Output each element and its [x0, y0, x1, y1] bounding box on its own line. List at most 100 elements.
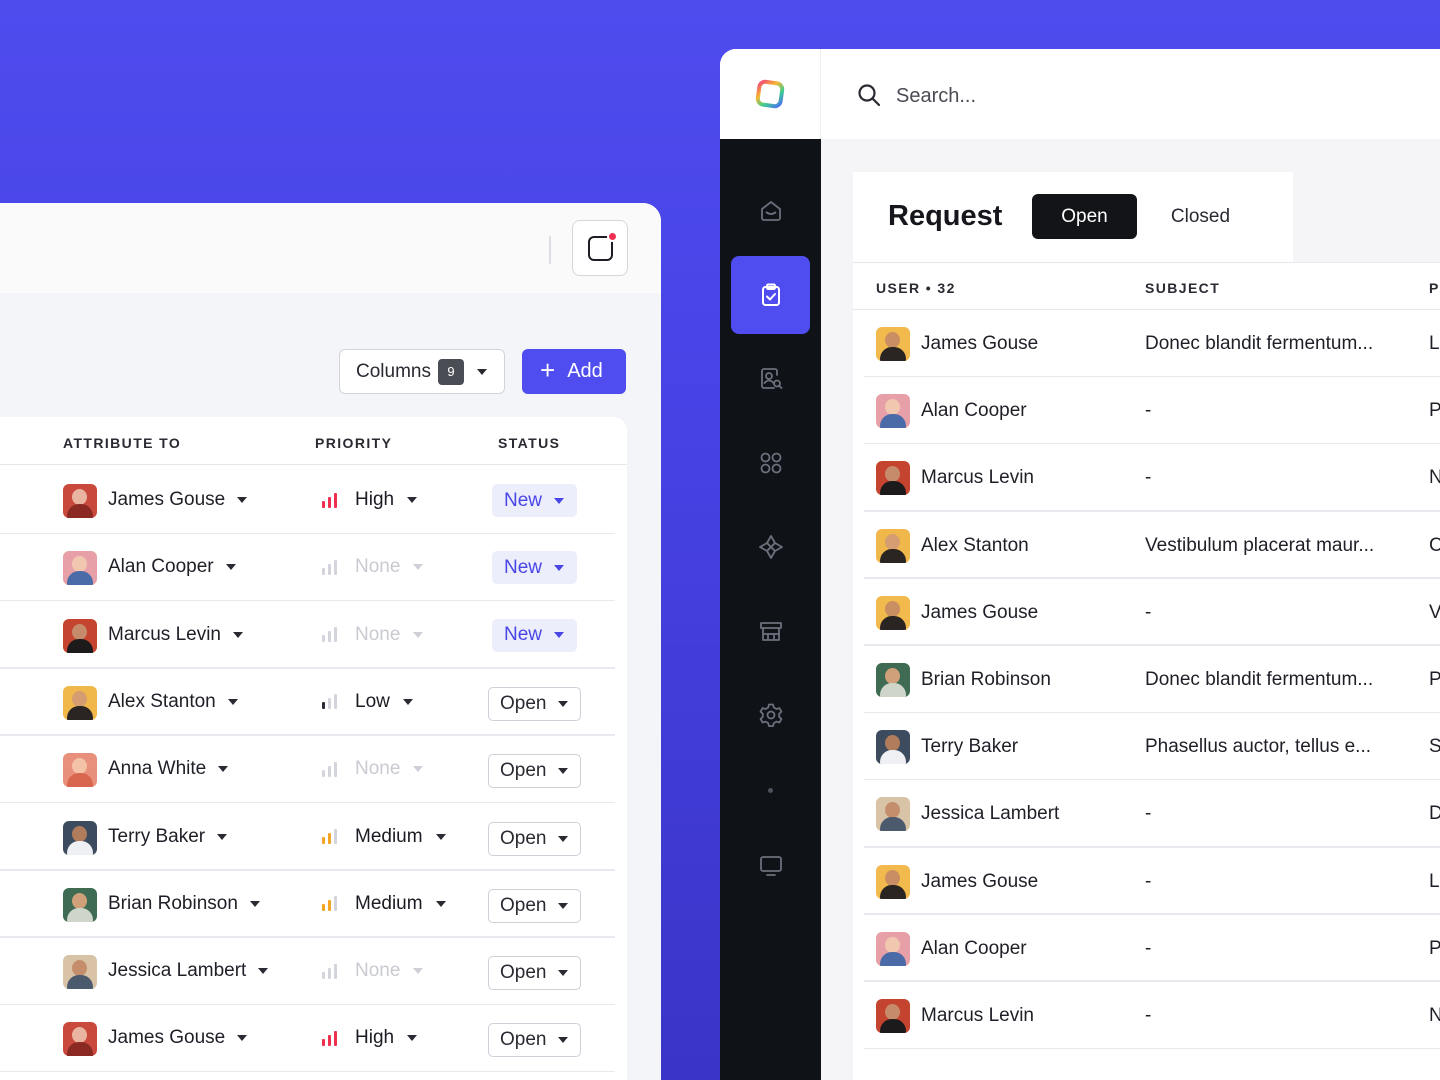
monitor-icon: [759, 856, 782, 876]
priority-label: None: [355, 623, 401, 645]
sidebar-item-settings[interactable]: [731, 676, 810, 754]
p-cell-text: N: [1429, 467, 1440, 489]
priority-dropdown[interactable]: Medium: [322, 826, 446, 848]
table-row[interactable]: James Gouse - V: [853, 579, 1440, 646]
table-row[interactable]: James Gouse - L: [853, 848, 1440, 915]
avatar: [63, 753, 97, 788]
table-row[interactable]: Alan Cooper None New: [0, 534, 627, 602]
subject-text: -: [1145, 870, 1152, 892]
chevron-down-icon: [233, 631, 243, 638]
assignee-dropdown[interactable]: Marcus Levin: [108, 624, 243, 646]
status-dropdown[interactable]: Open: [488, 754, 581, 789]
table-row[interactable]: Marcus Levin None New: [0, 602, 627, 669]
table-row[interactable]: James Gouse High New: [0, 467, 627, 534]
table-row[interactable]: Jessica Lambert None Open: [0, 938, 627, 1006]
assignee-dropdown[interactable]: Alan Cooper: [108, 556, 236, 578]
column-header-status[interactable]: STATUS: [498, 435, 560, 451]
sidebar-item-store[interactable]: [731, 592, 810, 670]
table-row[interactable]: Brian Robinson Donec blandit fermentum..…: [853, 646, 1440, 714]
subject-text: Donec blandit fermentum...: [1145, 669, 1374, 690]
priority-dropdown[interactable]: Medium: [322, 893, 446, 915]
table-row[interactable]: Marcus Levin - N: [853, 444, 1440, 512]
sidebar-item-integrations[interactable]: [731, 508, 810, 586]
assignee-dropdown[interactable]: James Gouse: [108, 489, 248, 511]
assignee-name: Anna White: [108, 758, 207, 780]
priority-dropdown[interactable]: None: [322, 623, 424, 646]
notifications-button[interactable]: [572, 220, 628, 276]
sidebar-item-display[interactable]: [731, 827, 810, 905]
avatar: [876, 461, 910, 496]
avatar: [876, 595, 910, 630]
user-name: James Gouse: [921, 601, 1039, 623]
status-dropdown[interactable]: New: [492, 484, 577, 517]
status-label: New: [504, 624, 543, 646]
assignee-name: Jessica Lambert: [108, 960, 247, 982]
chevron-down-icon: [237, 1035, 248, 1042]
status-label: Open: [500, 692, 547, 714]
priority-dropdown[interactable]: None: [322, 758, 424, 780]
table-row[interactable]: Alan Cooper - P: [853, 377, 1440, 445]
status-dropdown[interactable]: Open: [488, 1023, 581, 1058]
priority-dropdown[interactable]: None: [322, 556, 424, 578]
column-header-user[interactable]: USER • 32: [876, 280, 956, 296]
sidebar-item-contacts[interactable]: [731, 340, 810, 418]
table-row[interactable]: Alex Stanton Low Open: [0, 669, 627, 736]
table-row[interactable]: Anna White None Open: [0, 736, 627, 804]
add-button[interactable]: + Add: [522, 349, 626, 394]
table-row[interactable]: Alex Stanton Vestibulum placerat maur...…: [853, 512, 1440, 579]
table-row[interactable]: James Gouse Donec blandit fermentum... L: [853, 310, 1440, 378]
tab-closed[interactable]: Closed: [1153, 194, 1248, 239]
priority-dropdown[interactable]: High: [322, 1027, 418, 1049]
priority-bars-icon: [322, 492, 342, 508]
assignee-dropdown[interactable]: Anna White: [108, 758, 229, 780]
sidebar-item-inbox[interactable]: [731, 172, 810, 250]
status-dropdown[interactable]: New: [492, 618, 577, 652]
sidebar-item-requests[interactable]: [731, 256, 810, 334]
priority-label: None: [355, 960, 401, 982]
table-header: USER • 32 SUBJECT P: [853, 262, 1440, 310]
table-row[interactable]: James Gouse High Open: [0, 1005, 627, 1073]
assignee-dropdown[interactable]: James Gouse: [108, 1027, 248, 1049]
column-header-subject[interactable]: SUBJECT: [1145, 280, 1220, 296]
p-cell-text: L: [1429, 870, 1440, 892]
priority-bars-icon: [322, 1030, 342, 1046]
chevron-down-icon: [402, 698, 413, 705]
request-app-window: Request Open Closed USER • 32 SUBJECT P …: [720, 49, 1440, 1080]
column-header-p[interactable]: P: [1429, 280, 1440, 296]
sidebar-separator-dot: [768, 788, 773, 793]
priority-bars-icon: [322, 896, 342, 912]
priority-bars-icon: [322, 829, 342, 844]
priority-label: None: [355, 556, 401, 578]
columns-button[interactable]: Columns 9: [339, 349, 505, 394]
avatar: [63, 820, 97, 855]
chevron-down-icon: [476, 368, 487, 375]
settings-icon: [759, 703, 782, 727]
status-dropdown[interactable]: Open: [488, 821, 581, 856]
table-row[interactable]: Terry Baker Phasellus auctor, tellus e..…: [853, 713, 1440, 781]
table-row[interactable]: Marcus Levin - N: [853, 982, 1440, 1050]
assignee-dropdown[interactable]: Alex Stanton: [108, 691, 238, 713]
column-header-attribute-to[interactable]: ATTRIBUTE TO: [63, 435, 181, 451]
inbox-icon: [760, 201, 781, 221]
priority-dropdown[interactable]: Low: [322, 691, 413, 713]
assignee-dropdown[interactable]: Brian Robinson: [108, 893, 260, 915]
user-name: Marcus Levin: [921, 1005, 1034, 1026]
table-row[interactable]: Jessica Lambert - D: [853, 780, 1440, 848]
status-dropdown[interactable]: New: [492, 551, 577, 585]
status-dropdown[interactable]: Open: [488, 686, 581, 721]
priority-dropdown[interactable]: High: [322, 489, 418, 511]
status-dropdown[interactable]: Open: [488, 888, 581, 923]
status-dropdown[interactable]: Open: [488, 956, 581, 991]
chevron-down-icon: [554, 497, 565, 504]
priority-dropdown[interactable]: None: [322, 960, 424, 982]
table-row[interactable]: Alan Cooper - P: [853, 915, 1440, 982]
sidebar-item-apps[interactable]: [731, 424, 810, 502]
search-input[interactable]: [896, 79, 1296, 113]
assignee-dropdown[interactable]: Terry Baker: [108, 826, 228, 848]
table-row[interactable]: Terry Baker Medium Open: [0, 804, 627, 871]
table-row[interactable]: Brian Robinson Medium Open: [0, 871, 627, 938]
assignee-dropdown[interactable]: Jessica Lambert: [108, 960, 269, 982]
tab-open[interactable]: Open: [1032, 194, 1137, 239]
column-header-priority[interactable]: PRIORITY: [315, 435, 392, 451]
status-label: Open: [500, 1029, 547, 1051]
